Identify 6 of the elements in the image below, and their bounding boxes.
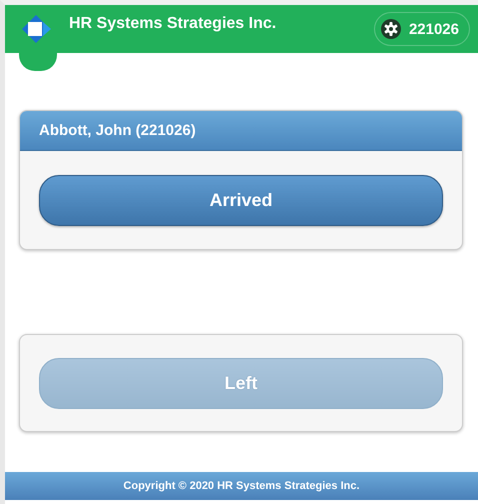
footer-text: Copyright © 2020 HR Systems Strategies Inc. (5, 472, 478, 500)
app-title: HR Systems Strategies Inc. (69, 15, 278, 33)
employee-name: Abbott, John (221026) (20, 111, 462, 151)
settings-icon (380, 19, 401, 39)
user-button[interactable]: 221026 (374, 12, 470, 46)
arrived-button[interactable]: Arrived (39, 175, 443, 226)
